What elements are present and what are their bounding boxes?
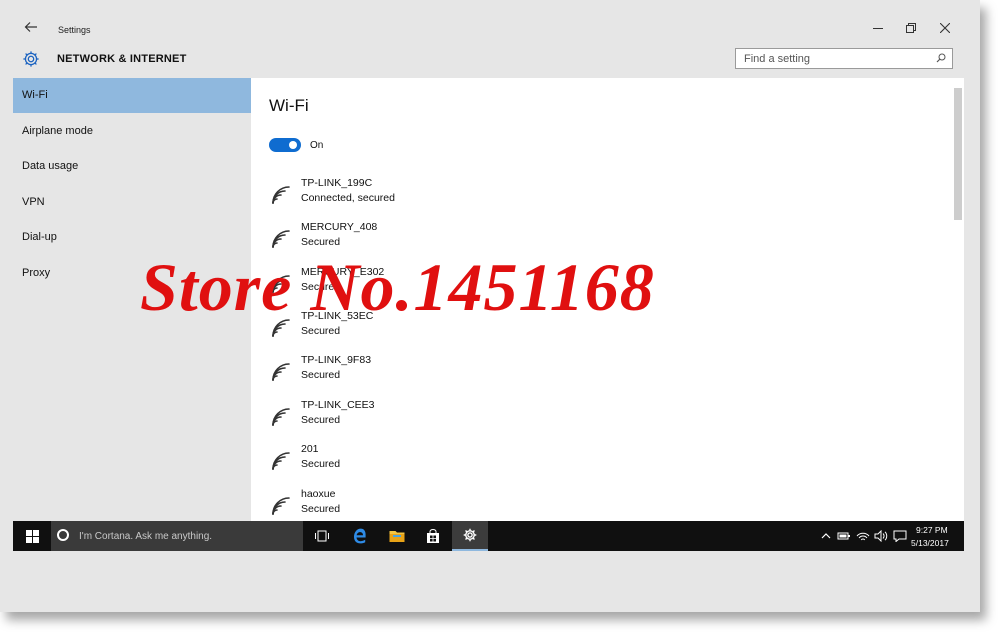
- cortana-placeholder: I'm Cortana. Ask me anything.: [79, 531, 213, 542]
- search-box[interactable]: [735, 48, 953, 69]
- task-view-icon: [315, 530, 329, 542]
- network-status: Secured: [301, 236, 341, 248]
- window-title: Settings: [58, 25, 91, 35]
- restore-icon: [906, 23, 916, 33]
- taskbar: I'm Cortana. Ask me anything. 9:27 PM 5/…: [13, 521, 964, 551]
- network-name: TP-LINK_CEE3: [301, 399, 375, 411]
- sidebar-item-label: Dial-up: [22, 231, 57, 243]
- network-name: haoxue: [301, 488, 336, 500]
- settings-task-button[interactable]: [452, 521, 488, 551]
- network-name: 201: [301, 443, 319, 455]
- sidebar-item-label: VPN: [22, 196, 45, 208]
- windows-logo-icon: [25, 529, 39, 543]
- task-view-button[interactable]: [304, 521, 340, 551]
- network-item[interactable]: haoxue Secured: [269, 488, 569, 521]
- wifi-signal-icon: [269, 405, 293, 429]
- battery-icon[interactable]: [837, 530, 851, 542]
- wifi-signal-icon: [269, 183, 293, 207]
- gear-icon: [23, 51, 39, 67]
- network-status: Connected, secured: [301, 192, 395, 204]
- network-item[interactable]: TP-LINK_CEE3 Secured: [269, 399, 569, 439]
- minimize-button[interactable]: [866, 18, 890, 38]
- sidebar-item-label: Airplane mode: [22, 125, 93, 137]
- scrollbar[interactable]: [954, 88, 962, 518]
- wifi-toggle[interactable]: [269, 138, 301, 152]
- restore-button[interactable]: [899, 18, 923, 38]
- cortana-search-box[interactable]: I'm Cortana. Ask me anything.: [51, 521, 303, 551]
- start-button[interactable]: [13, 521, 51, 551]
- folder-icon: [389, 531, 405, 542]
- wifi-signal-icon: [269, 494, 293, 518]
- minimize-icon: [873, 28, 883, 29]
- toggle-label: On: [310, 140, 324, 151]
- network-item[interactable]: 201 Secured: [269, 443, 569, 483]
- page-title: Wi-Fi: [269, 96, 309, 115]
- sidebar-item-airplane-mode[interactable]: Airplane mode: [13, 114, 251, 149]
- close-icon: [940, 23, 950, 33]
- wifi-signal-icon: [269, 449, 293, 473]
- volume-icon[interactable]: [874, 530, 888, 542]
- network-item[interactable]: TP-LINK_9F83 Secured: [269, 354, 569, 394]
- file-explorer-button[interactable]: [379, 521, 415, 551]
- network-name: MERCURY_408: [301, 221, 378, 233]
- sidebar-item-label: Proxy: [22, 267, 51, 279]
- edge-button[interactable]: [342, 521, 378, 551]
- network-name: TP-LINK_199C: [301, 177, 373, 189]
- network-item[interactable]: TP-LINK_199C Connected, secured: [269, 177, 569, 217]
- watermark: Store No.1451168: [140, 249, 655, 325]
- back-arrow-icon[interactable]: [24, 20, 38, 34]
- network-status: Secured: [301, 414, 341, 426]
- network-status: Secured: [301, 369, 341, 381]
- gear-icon: [463, 528, 477, 542]
- scroll-thumb[interactable]: [954, 88, 962, 220]
- store-button[interactable]: [415, 521, 451, 551]
- chevron-up-icon[interactable]: [819, 530, 833, 542]
- store-bag-icon: [427, 528, 439, 543]
- section-title: NETWORK & INTERNET: [57, 53, 187, 65]
- title-bar: Settings: [0, 0, 980, 42]
- clock-date[interactable]: 5/13/2017: [911, 538, 949, 548]
- close-button[interactable]: [933, 18, 957, 38]
- wifi-signal-icon: [269, 360, 293, 384]
- search-input[interactable]: [736, 49, 934, 68]
- cortana-icon: [57, 529, 69, 541]
- edge-icon: [354, 528, 366, 544]
- sidebar-item-data-usage[interactable]: Data usage: [13, 149, 251, 184]
- sidebar-item-label: Wi-Fi: [22, 89, 48, 101]
- notifications-icon[interactable]: [893, 530, 907, 542]
- network-name: TP-LINK_9F83: [301, 354, 372, 366]
- sidebar-item-wifi[interactable]: Wi-Fi: [13, 78, 251, 113]
- network-status: Secured: [301, 458, 341, 470]
- sidebar-item-vpn[interactable]: VPN: [13, 185, 251, 220]
- wifi-tray-icon[interactable]: [856, 530, 870, 542]
- search-icon[interactable]: [936, 53, 946, 63]
- network-status: Secured: [301, 503, 341, 515]
- sidebar-item-label: Data usage: [22, 160, 79, 172]
- clock-time[interactable]: 9:27 PM: [916, 525, 948, 535]
